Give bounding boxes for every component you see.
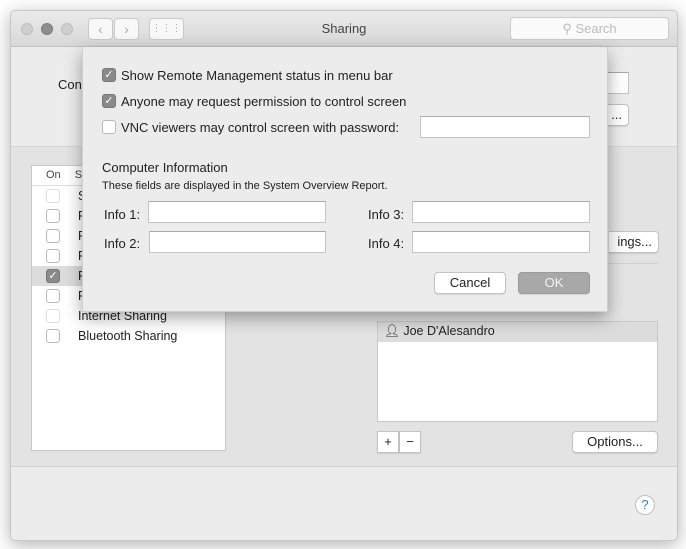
add-user-button[interactable]: + <box>377 431 399 453</box>
list-item[interactable]: Bluetooth Sharing <box>32 326 225 346</box>
computer-info-subtitle: These fields are displayed in the System… <box>102 180 388 192</box>
vnc-password-checkbox[interactable] <box>102 120 116 134</box>
search-placeholder: Search <box>575 21 617 36</box>
header-service: S <box>74 169 83 181</box>
vnc-password-field[interactable] <box>420 116 590 138</box>
search-field[interactable]: ⚲ Search <box>510 17 669 40</box>
service-checkbox[interactable] <box>46 229 60 243</box>
search-icon: ⚲ <box>562 21 576 36</box>
titlebar: ‹ › ⋮⋮⋮ Sharing ⚲ Search <box>11 11 677 47</box>
info2-label: Info 2: <box>104 236 141 251</box>
service-checkbox[interactable] <box>46 249 60 263</box>
info3-label: Info 3: <box>368 207 405 222</box>
options-button[interactable]: Options... <box>572 431 658 453</box>
service-label: Bluetooth Sharing <box>78 329 178 343</box>
remote-management-options-sheet: ✓ Show Remote Management status in menu … <box>82 47 608 312</box>
request-permission-label: Anyone may request permission to control… <box>121 94 407 109</box>
user-name: Joe D'Alesandro <box>403 324 495 338</box>
info4-field[interactable] <box>412 231 590 253</box>
service-checkbox[interactable] <box>46 189 60 203</box>
service-checkbox[interactable] <box>46 329 60 343</box>
info3-field[interactable] <box>412 201 590 223</box>
help-button[interactable]: ? <box>635 495 655 515</box>
info2-field[interactable] <box>149 231 326 253</box>
show-status-checkbox[interactable]: ✓ <box>102 68 116 82</box>
info1-label: Info 1: <box>104 207 141 222</box>
info4-label: Info 4: <box>368 236 405 251</box>
cancel-button[interactable]: Cancel <box>434 272 506 294</box>
service-checkbox[interactable] <box>46 289 60 303</box>
user-icon: 👤︎ <box>384 324 400 338</box>
sharing-window: ‹ › ⋮⋮⋮ Sharing ⚲ Search Con ... OnS SFF… <box>10 10 678 541</box>
info1-field[interactable] <box>148 201 326 223</box>
computer-info-title: Computer Information <box>102 160 228 175</box>
computer-settings-button[interactable]: ings... <box>609 231 659 253</box>
request-permission-checkbox[interactable]: ✓ <box>102 94 116 108</box>
list-item[interactable]: 👤︎ Joe D'Alesandro <box>378 322 657 342</box>
remove-user-button[interactable]: − <box>399 431 421 453</box>
header-on: On <box>46 169 61 181</box>
service-checkbox[interactable] <box>46 209 60 223</box>
show-status-label: Show Remote Management status in menu ba… <box>121 68 393 83</box>
computer-name-label: Con <box>58 77 82 92</box>
service-checkbox[interactable]: ✓ <box>46 269 60 283</box>
service-checkbox[interactable] <box>46 309 60 323</box>
users-list: 👤︎ Joe D'Alesandro <box>377 321 658 422</box>
ok-button[interactable]: OK <box>518 272 590 294</box>
vnc-password-label: VNC viewers may control screen with pass… <box>121 120 400 135</box>
